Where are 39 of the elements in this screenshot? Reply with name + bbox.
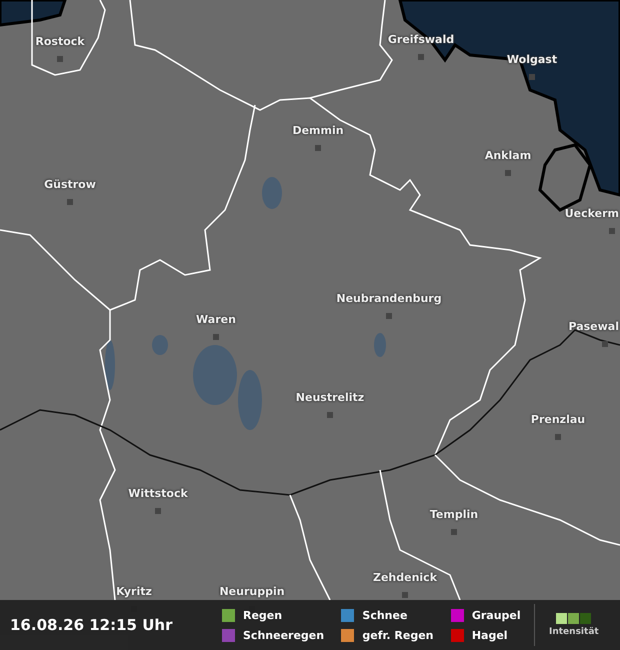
timestamp: 16.08.26 12:15 Uhr: [10, 616, 174, 634]
city-label: Demmin: [292, 124, 344, 137]
legend-label: Schneeregen: [243, 628, 324, 642]
city-label: Kyritz: [116, 585, 152, 598]
city-marker: [386, 313, 392, 319]
city-label: Neuruppin: [219, 585, 285, 598]
city-label: Wolgast: [506, 53, 558, 66]
city-marker: [505, 170, 511, 176]
city-marker: [155, 508, 161, 514]
city-marker: [451, 529, 457, 535]
city-marker: [327, 412, 333, 418]
legend-label: Regen: [243, 608, 282, 622]
city-label: Rostock: [35, 35, 85, 48]
legend-label: gefr. Regen: [362, 628, 434, 642]
city-marker: [602, 341, 608, 347]
city-label: Templin: [430, 508, 478, 521]
city-label: Pasewal: [568, 320, 619, 333]
city-marker: [418, 54, 424, 60]
city-marker: [67, 199, 73, 205]
intensity-label: Intensität: [549, 627, 599, 637]
city-label: Wittstock: [128, 487, 188, 500]
city-marker: [402, 592, 408, 598]
city-label: Anklam: [484, 149, 532, 162]
city-marker: [555, 434, 561, 440]
city-marker: [213, 334, 219, 340]
legend-label: Schnee: [362, 608, 408, 622]
legend-label: Hagel: [472, 628, 508, 642]
city-label: Ueckerm: [564, 207, 619, 220]
city-label: Neubrandenburg: [336, 292, 442, 305]
city-marker: [609, 228, 615, 234]
city-label: Prenzlau: [530, 413, 586, 426]
city-marker: [57, 56, 63, 62]
city-label: Waren: [196, 313, 236, 326]
city-marker: [315, 145, 321, 151]
legend-label: Graupel: [472, 608, 521, 622]
city-label: Zehdenick: [372, 571, 438, 584]
city-label: Neustrelitz: [296, 391, 364, 404]
city-label: Güstrow: [44, 178, 96, 191]
city-marker: [529, 74, 535, 80]
